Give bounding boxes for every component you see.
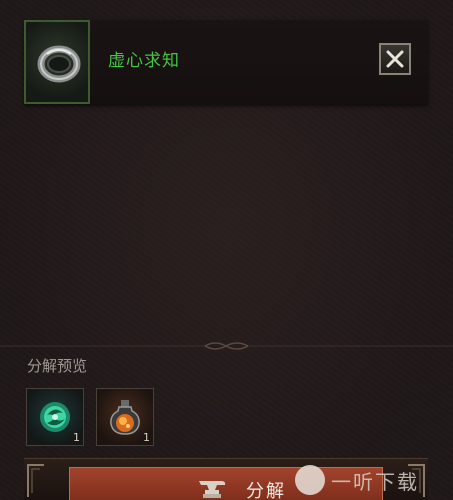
item-slot[interactable]	[24, 20, 90, 104]
material-count: 1	[143, 431, 150, 444]
material-slot-essence[interactable]: 1	[26, 388, 84, 446]
section-divider	[0, 342, 453, 350]
disassemble-label: 分解	[246, 481, 286, 500]
disassemble-button[interactable]: 分解	[69, 467, 383, 500]
green-essence-icon	[40, 402, 70, 432]
material-count: 1	[73, 431, 80, 444]
disassemble-panel: 虚心求知 分解预览 1 1 分解 一听下载	[0, 0, 453, 500]
item-name: 虚心求知	[108, 51, 180, 71]
ring-icon	[37, 45, 81, 83]
close-icon	[386, 50, 404, 68]
anvil-icon	[199, 481, 226, 498]
fire-potion-icon	[110, 400, 140, 435]
preview-label: 分解预览	[27, 357, 88, 375]
action-bar: 分解	[24, 458, 428, 500]
close-button[interactable]	[379, 43, 411, 75]
material-slot-potion[interactable]: 1	[96, 388, 154, 446]
corner-ornament-right	[408, 464, 425, 497]
item-header: 虚心求知	[24, 20, 428, 104]
corner-ornament-left	[27, 464, 44, 497]
